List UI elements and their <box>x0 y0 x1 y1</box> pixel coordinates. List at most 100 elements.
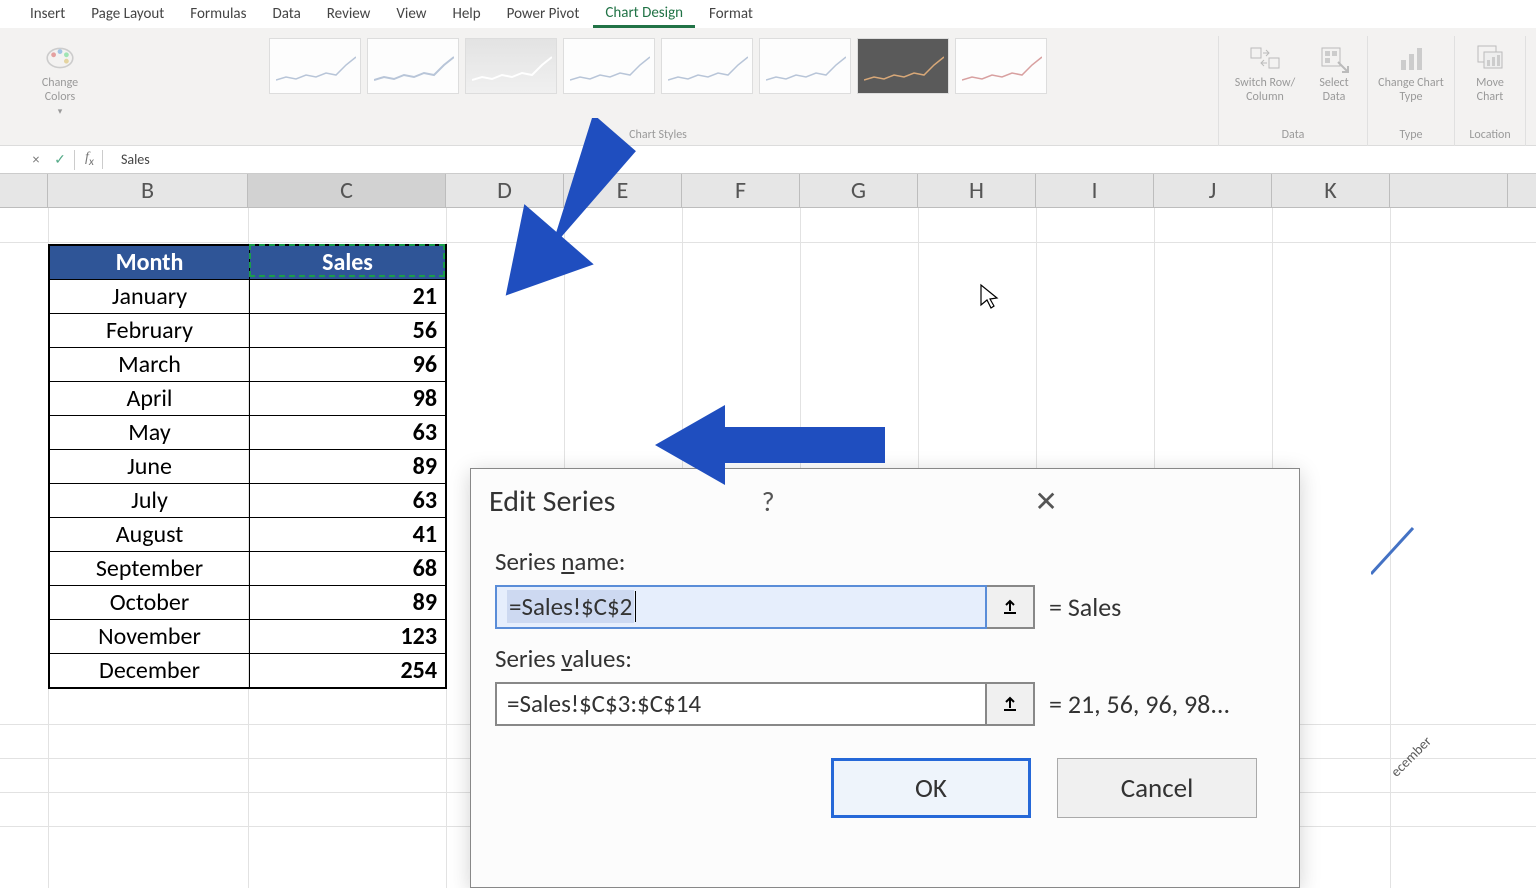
close-icon[interactable]: ✕ <box>1034 484 1281 519</box>
style-thumb[interactable] <box>857 38 949 94</box>
ok-button[interactable]: OK <box>831 758 1031 818</box>
tab-data[interactable]: Data <box>260 2 312 26</box>
col-J[interactable]: J <box>1154 174 1272 207</box>
tab-formulas[interactable]: Formulas <box>178 2 258 26</box>
tab-help[interactable]: Help <box>440 2 492 26</box>
cell[interactable]: 96 <box>250 348 445 381</box>
cell[interactable]: 98 <box>250 382 445 415</box>
ribbon-tabs: Insert Page Layout Formulas Data Review … <box>0 0 1536 28</box>
cancel-icon[interactable]: × <box>24 151 48 168</box>
dialog-title-text: Edit Series <box>489 483 736 520</box>
cell[interactable]: October <box>50 586 250 619</box>
range-picker-icon[interactable] <box>987 585 1035 629</box>
change-chart-type-label: Change Chart Type <box>1376 76 1446 105</box>
table-row: February56 <box>50 314 445 348</box>
tab-review[interactable]: Review <box>315 2 383 26</box>
cell[interactable]: April <box>50 382 250 415</box>
formula-bar: × ✓ fx Sales <box>0 146 1536 174</box>
cell[interactable]: September <box>50 552 250 585</box>
cell[interactable]: 254 <box>250 654 445 687</box>
series-values-input[interactable]: =Sales!$C$3:$C$14 <box>495 682 987 726</box>
cell[interactable]: March <box>50 348 250 381</box>
cell[interactable]: August <box>50 518 250 551</box>
chart-peek-line <box>1371 524 1421 584</box>
series-values-label: Series values: <box>495 643 1275 674</box>
tab-insert[interactable]: Insert <box>18 2 77 26</box>
select-data-label: Select Data <box>1309 76 1359 105</box>
tab-power-pivot[interactable]: Power Pivot <box>495 2 592 26</box>
ribbon-group-colors: Change Colors ▾ <box>22 36 98 146</box>
change-chart-type-button[interactable]: Change Chart Type <box>1376 36 1446 105</box>
table-row: September68 <box>50 552 445 586</box>
style-thumb[interactable] <box>465 38 557 94</box>
select-data-button[interactable]: Select Data <box>1309 36 1359 105</box>
col-K[interactable]: K <box>1272 174 1390 207</box>
col-L[interactable] <box>1390 174 1508 207</box>
change-colors-button[interactable]: Change Colors ▾ <box>30 36 90 118</box>
cell[interactable]: 63 <box>250 416 445 449</box>
cell[interactable]: February <box>50 314 250 347</box>
ribbon: Change Colors ▾ Chart Styles Switch Row/… <box>0 28 1536 146</box>
chart-styles-label: Chart Styles <box>629 128 687 146</box>
cell[interactable]: 123 <box>250 620 445 653</box>
col-E[interactable]: E <box>564 174 682 207</box>
range-picker-icon[interactable] <box>987 682 1035 726</box>
table-row: October89 <box>50 586 445 620</box>
series-name-result: = Sales <box>1049 591 1121 623</box>
cursor-icon <box>978 283 1000 318</box>
style-thumb[interactable] <box>955 38 1047 94</box>
cell[interactable]: 89 <box>250 586 445 619</box>
cell[interactable]: June <box>50 450 250 483</box>
col-B[interactable]: B <box>48 174 248 207</box>
ribbon-group-type: Change Chart Type Type <box>1368 36 1455 146</box>
switch-row-column-label: Switch Row/ Column <box>1227 76 1303 105</box>
col-A[interactable] <box>0 174 48 207</box>
table-row: January21 <box>50 280 445 314</box>
style-thumb[interactable] <box>367 38 459 94</box>
table-row: May63 <box>50 416 445 450</box>
col-C[interactable]: C <box>248 174 446 207</box>
cell[interactable]: January <box>50 280 250 313</box>
style-thumb[interactable] <box>759 38 851 94</box>
series-name-label: Series name: <box>495 546 1275 577</box>
tab-page-layout[interactable]: Page Layout <box>79 2 176 26</box>
cell[interactable]: December <box>50 654 250 687</box>
cell[interactable]: 68 <box>250 552 445 585</box>
cell[interactable]: July <box>50 484 250 517</box>
cell[interactable]: 89 <box>250 450 445 483</box>
cancel-button[interactable]: Cancel <box>1057 758 1257 818</box>
table-row: November123 <box>50 620 445 654</box>
col-F[interactable]: F <box>682 174 800 207</box>
table-row: July63 <box>50 484 445 518</box>
cell[interactable]: May <box>50 416 250 449</box>
style-thumb[interactable] <box>661 38 753 94</box>
col-H[interactable]: H <box>918 174 1036 207</box>
help-icon[interactable]: ? <box>762 484 1009 519</box>
tab-view[interactable]: View <box>384 2 438 26</box>
spreadsheet-grid[interactable]: Month Sales January21 February56 March96… <box>0 208 1536 888</box>
col-D[interactable]: D <box>446 174 564 207</box>
move-chart-button[interactable]: Move Chart <box>1463 36 1517 105</box>
enter-icon[interactable]: ✓ <box>48 151 72 168</box>
cell[interactable]: 41 <box>250 518 445 551</box>
cell[interactable]: 21 <box>250 280 445 313</box>
formula-input[interactable]: Sales <box>113 151 150 168</box>
style-thumb[interactable] <box>269 38 361 94</box>
table-row: March96 <box>50 348 445 382</box>
style-thumb[interactable] <box>563 38 655 94</box>
header-month[interactable]: Month <box>50 246 250 279</box>
header-sales[interactable]: Sales <box>250 246 445 279</box>
tab-format[interactable]: Format <box>697 2 765 26</box>
tab-chart-design[interactable]: Chart Design <box>593 1 695 28</box>
fx-icon[interactable]: fx <box>77 150 103 169</box>
cell[interactable]: November <box>50 620 250 653</box>
col-G[interactable]: G <box>800 174 918 207</box>
chart-styles-gallery[interactable] <box>269 36 1047 94</box>
switch-row-column-button[interactable]: Switch Row/ Column <box>1227 36 1303 105</box>
cell[interactable]: 63 <box>250 484 445 517</box>
series-name-input[interactable]: =Sales!$C$2 <box>495 585 987 629</box>
cell[interactable]: 56 <box>250 314 445 347</box>
data-group-label: Data <box>1282 128 1305 146</box>
col-I[interactable]: I <box>1036 174 1154 207</box>
column-headers: B C D E F G H I J K <box>0 174 1536 208</box>
